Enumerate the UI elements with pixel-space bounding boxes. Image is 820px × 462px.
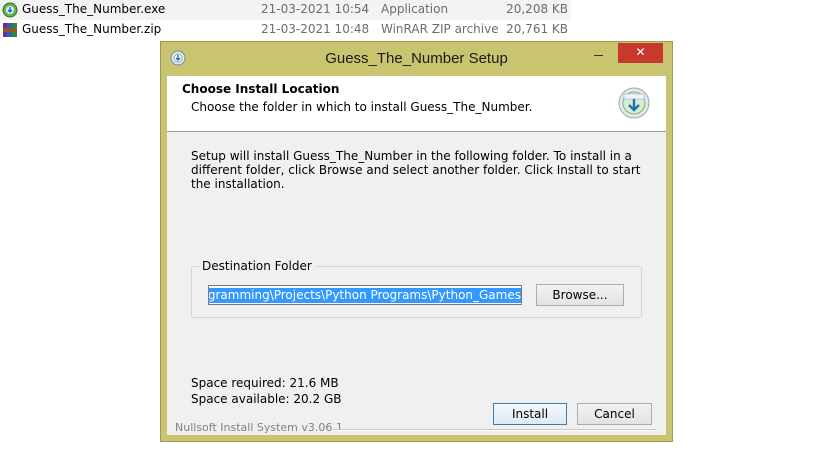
installer-icon bbox=[618, 87, 650, 119]
file-type: Application bbox=[381, 2, 449, 16]
nsis-branding: Nullsoft Install System v3.06.1 bbox=[175, 421, 343, 434]
setup-window: Guess_The_Number Setup ✕ Choose Install … bbox=[160, 41, 673, 442]
close-icon: ✕ bbox=[635, 45, 646, 59]
cancel-button[interactable]: Cancel bbox=[577, 403, 652, 425]
file-date: 21-03-2021 10:54 bbox=[261, 2, 370, 16]
file-date: 21-03-2021 10:48 bbox=[261, 22, 370, 36]
destination-folder-label: Destination Folder bbox=[199, 259, 315, 273]
browse-button[interactable]: Browse... bbox=[536, 284, 624, 306]
page-title: Choose Install Location bbox=[182, 82, 340, 96]
winrar-archive-icon bbox=[3, 23, 17, 37]
destination-path-text: esktop\Programming\Projects\Python Progr… bbox=[209, 288, 521, 303]
close-button[interactable]: ✕ bbox=[618, 43, 663, 63]
setup-content: Choose Install Location Choose the folde… bbox=[167, 76, 666, 435]
destination-folder-group: Destination Folder esktop\Programming\Pr… bbox=[191, 259, 642, 318]
file-type: WinRAR ZIP archive bbox=[381, 22, 499, 36]
minimize-button[interactable] bbox=[585, 43, 611, 63]
install-description: Setup will install Guess_The_Number in t… bbox=[191, 149, 641, 191]
space-available: Space available: 20.2 GB bbox=[191, 392, 342, 406]
install-button[interactable]: Install bbox=[493, 403, 567, 425]
footer-divider bbox=[333, 429, 656, 431]
page-header: Choose Install Location Choose the folde… bbox=[167, 76, 666, 132]
destination-path-input[interactable]: esktop\Programming\Projects\Python Progr… bbox=[208, 285, 522, 305]
file-row-exe[interactable]: Guess_The_Number.exe 21-03-2021 10:54 Ap… bbox=[0, 0, 571, 20]
file-name: Guess_The_Number.zip bbox=[22, 22, 162, 36]
file-size: 20,208 KB bbox=[506, 2, 568, 16]
file-size: 20,761 KB bbox=[506, 22, 568, 36]
file-name: Guess_The_Number.exe bbox=[22, 2, 166, 16]
title-bar[interactable]: Guess_The_Number Setup ✕ bbox=[161, 42, 672, 76]
page-subtitle: Choose the folder in which to install Gu… bbox=[191, 100, 533, 114]
setup-app-icon bbox=[2, 2, 18, 18]
space-required: Space required: 21.6 MB bbox=[191, 376, 339, 390]
file-row-zip[interactable]: Guess_The_Number.zip 21-03-2021 10:48 Wi… bbox=[0, 20, 571, 40]
